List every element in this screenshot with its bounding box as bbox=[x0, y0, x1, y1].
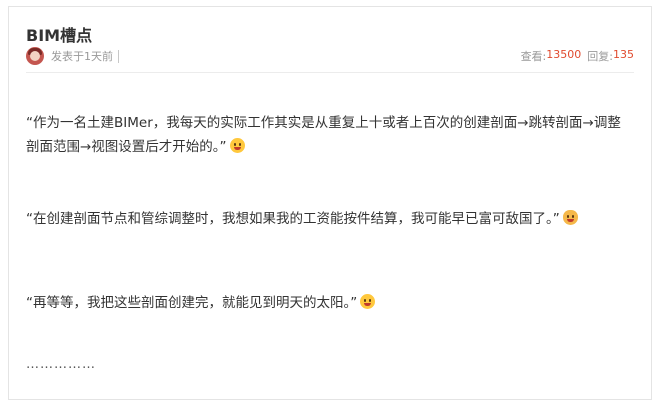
post-stats: 查看: 13500 回复: 135 bbox=[521, 48, 634, 64]
replies-label: 回复: bbox=[587, 50, 613, 63]
paragraph-text: “作为一名土建BIMer，我每天的实际工作其实是从重复上十或者上百次的创建剖面→… bbox=[26, 115, 621, 155]
post-author-meta: 发表于1天前 bbox=[26, 47, 119, 65]
views-label: 查看: bbox=[520, 50, 547, 63]
zany-face-emoji-icon bbox=[360, 294, 376, 309]
meta-divider bbox=[118, 49, 119, 63]
post-time: 发表于1天前 bbox=[51, 50, 113, 63]
cat-face-emoji-icon bbox=[562, 210, 578, 225]
avatar[interactable] bbox=[26, 47, 44, 65]
paragraph-text: “在创建剖面节点和管综调整时，我想如果我的工资能按件结算，我可能早已富可敌国了。… bbox=[26, 211, 560, 227]
paragraph-text: “再等等，我把这些剖面创建完，就能见到明天的太阳。” bbox=[26, 295, 358, 311]
post-paragraph: “在创建剖面节点和管综调整时，我想如果我的工资能按件结算，我可能早已富可敌国了。… bbox=[26, 207, 626, 231]
post-card: BIM槽点 发表于1天前 查看: 13500 回复: 135 “作为一名土建BI… bbox=[8, 6, 652, 400]
post-paragraph: “作为一名土建BIMer，我每天的实际工作其实是从重复上十或者上百次的创建剖面→… bbox=[26, 111, 626, 159]
post-title[interactable]: BIM槽点 bbox=[26, 22, 92, 46]
ellipsis: …………… bbox=[26, 357, 96, 372]
flushed-face-emoji-icon bbox=[229, 138, 245, 153]
post-paragraph: “再等等，我把这些剖面创建完，就能见到明天的太阳。” bbox=[26, 291, 626, 315]
header-divider bbox=[26, 72, 634, 73]
replies-count: 135 bbox=[613, 48, 634, 61]
views-count: 13500 bbox=[546, 48, 582, 61]
